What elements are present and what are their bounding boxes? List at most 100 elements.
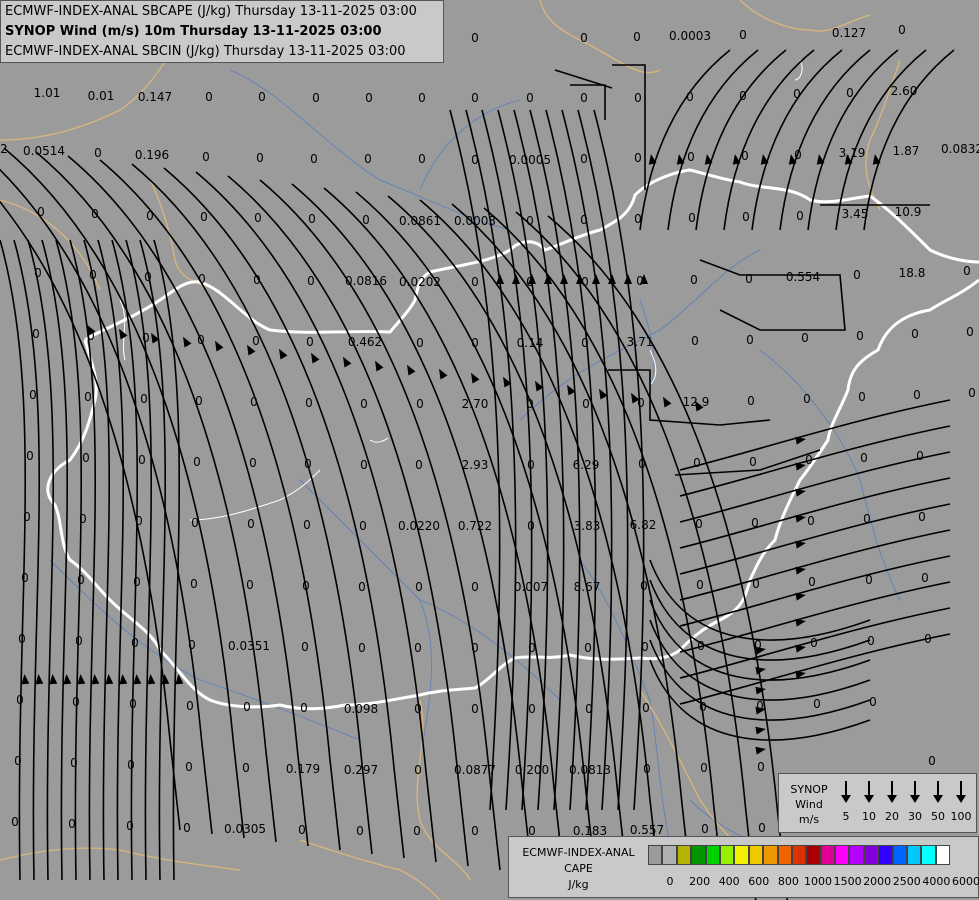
grid-value: 0 — [356, 824, 364, 838]
down-arrow-icon — [956, 781, 966, 803]
cape-color-swatch — [705, 845, 720, 865]
grid-value: 0 — [202, 150, 210, 164]
grid-value: 0 — [75, 634, 83, 648]
grid-value: 0 — [358, 641, 366, 655]
cape-color-swatch — [791, 845, 807, 865]
synop-speed-5: 5 — [835, 780, 857, 823]
grid-value: 0 — [793, 87, 801, 101]
cape-color-swatch — [691, 845, 706, 865]
grid-value: 0.0514 — [23, 144, 65, 158]
grid-value: 0 — [528, 702, 536, 716]
grid-value: 0 — [84, 390, 92, 404]
grid-value: 0 — [966, 325, 974, 339]
synop-speed-label: 100 — [950, 810, 972, 823]
grid-value: 0 — [250, 395, 258, 409]
grid-value: 0 — [584, 641, 592, 655]
grid-value: 0 — [246, 578, 254, 592]
grid-value: 0 — [247, 517, 255, 531]
synop-speed-label: 10 — [862, 810, 876, 823]
grid-value: 0 — [198, 272, 206, 286]
cape-color-swatch — [921, 845, 936, 865]
grid-value: 0 — [863, 512, 871, 526]
cape-color-swatch — [734, 845, 749, 865]
grid-value: 0 — [580, 213, 588, 227]
cape-tick-labels: 0 200 400 600 800 1000 1500 2000 2500 4000 6000 — [648, 875, 979, 889]
grid-value: 0 — [183, 821, 191, 835]
grid-value: 0 — [527, 458, 535, 472]
grid-value: 0 — [416, 336, 424, 350]
synop-wind-legend: SYNOP Wind m/s 5 10 20 30 50 100 — [778, 773, 977, 833]
grid-value: 0 — [739, 28, 747, 42]
grid-value: 0.127 — [832, 26, 866, 40]
grid-value: 0 — [633, 30, 641, 44]
grid-value: 0 — [94, 146, 102, 160]
cape-color-swatch — [878, 845, 893, 865]
grid-value: 1.87 — [893, 144, 920, 158]
title-synop-wind: SYNOP Wind (m/s) 10m Thursday 13-11-2025… — [5, 24, 382, 39]
grid-value: 0 — [695, 517, 703, 531]
grid-value: 0 — [32, 327, 40, 341]
grid-value: 0.554 — [786, 270, 820, 284]
grid-value: 0 — [582, 397, 590, 411]
grid-value: 0.179 — [286, 762, 320, 776]
cape-color-swatch — [777, 845, 792, 865]
grid-value: 0.0003 — [454, 214, 496, 228]
cape-tick-label: 1500 — [833, 875, 862, 888]
synop-speed-10: 10 — [858, 780, 880, 823]
grid-value: 0 — [699, 700, 707, 714]
grid-value: 0.722 — [458, 519, 492, 533]
grid-value: 0 — [418, 152, 426, 166]
grid-value: 18.8 — [899, 266, 926, 280]
grid-value: 0 — [258, 90, 266, 104]
grid-value: 3.71 — [627, 335, 654, 349]
grid-value: 0 — [303, 518, 311, 532]
grid-value: 3.19 — [839, 146, 866, 160]
grid-value: 1.01 — [34, 86, 61, 100]
grid-value: 0 — [360, 397, 368, 411]
grid-value: 2.93 — [462, 458, 489, 472]
cape-color-swatch — [892, 845, 908, 865]
grid-value: 0 — [308, 212, 316, 226]
grid-value: 0 — [23, 510, 31, 524]
title-sbcape: ECMWF-INDEX-ANAL SBCAPE (J/kg) Thursday … — [5, 4, 417, 19]
grid-value: 0 — [37, 205, 45, 219]
grid-value: 0 — [471, 580, 479, 594]
grid-value: 0 — [197, 333, 205, 347]
grid-value: 0 — [471, 336, 479, 350]
grid-value: 0 — [581, 275, 589, 289]
grid-value: 0 — [365, 91, 373, 105]
grid-value: 0 — [471, 275, 479, 289]
cape-tick-label: 2500 — [892, 875, 921, 888]
grid-value: 0 — [253, 273, 261, 287]
grid-value: 0 — [307, 274, 315, 288]
grid-value: 0.297 — [344, 763, 378, 777]
grid-value: 6.82 — [630, 518, 657, 532]
grid-value: 0.007 — [514, 580, 548, 594]
cape-tick-label: 0 — [666, 875, 674, 888]
grid-value: 0 — [526, 275, 534, 289]
grid-value: 0.098 — [344, 702, 378, 716]
grid-value: 0 — [77, 573, 85, 587]
weather-map[interactable]: 1.01 0.01 0.147 0 0 0 0 0 0 0 0 0 0 0 0 0 2.60 0.0003 0 0.1… — [0, 0, 979, 900]
grid-value: 0 — [856, 329, 864, 343]
grid-value: 0 — [921, 571, 929, 585]
cape-color-swatch — [662, 845, 677, 865]
grid-value: 8.67 — [574, 580, 601, 594]
grid-value: 0 — [865, 573, 873, 587]
grid-value: 0 — [747, 394, 755, 408]
cape-color-swatches — [648, 845, 951, 865]
grid-value: 0 — [846, 86, 854, 100]
title-sbcin: ECMWF-INDEX-ANAL SBCIN (J/kg) Thursday 1… — [5, 44, 406, 59]
cape-color-swatch — [719, 845, 735, 865]
grid-value: 0 — [526, 397, 534, 411]
grid-value: 0 — [11, 815, 19, 829]
synop-speed-label: 50 — [931, 810, 945, 823]
grid-value: 0 — [358, 580, 366, 594]
grid-value: 0 — [414, 641, 422, 655]
synop-speed-label: 5 — [842, 810, 850, 823]
grid-value: 0 — [898, 23, 906, 37]
grid-value: 0 — [471, 91, 479, 105]
grid-value: 0 — [634, 91, 642, 105]
grid-value: 0 — [803, 392, 811, 406]
grid-value: 0 — [794, 148, 802, 162]
